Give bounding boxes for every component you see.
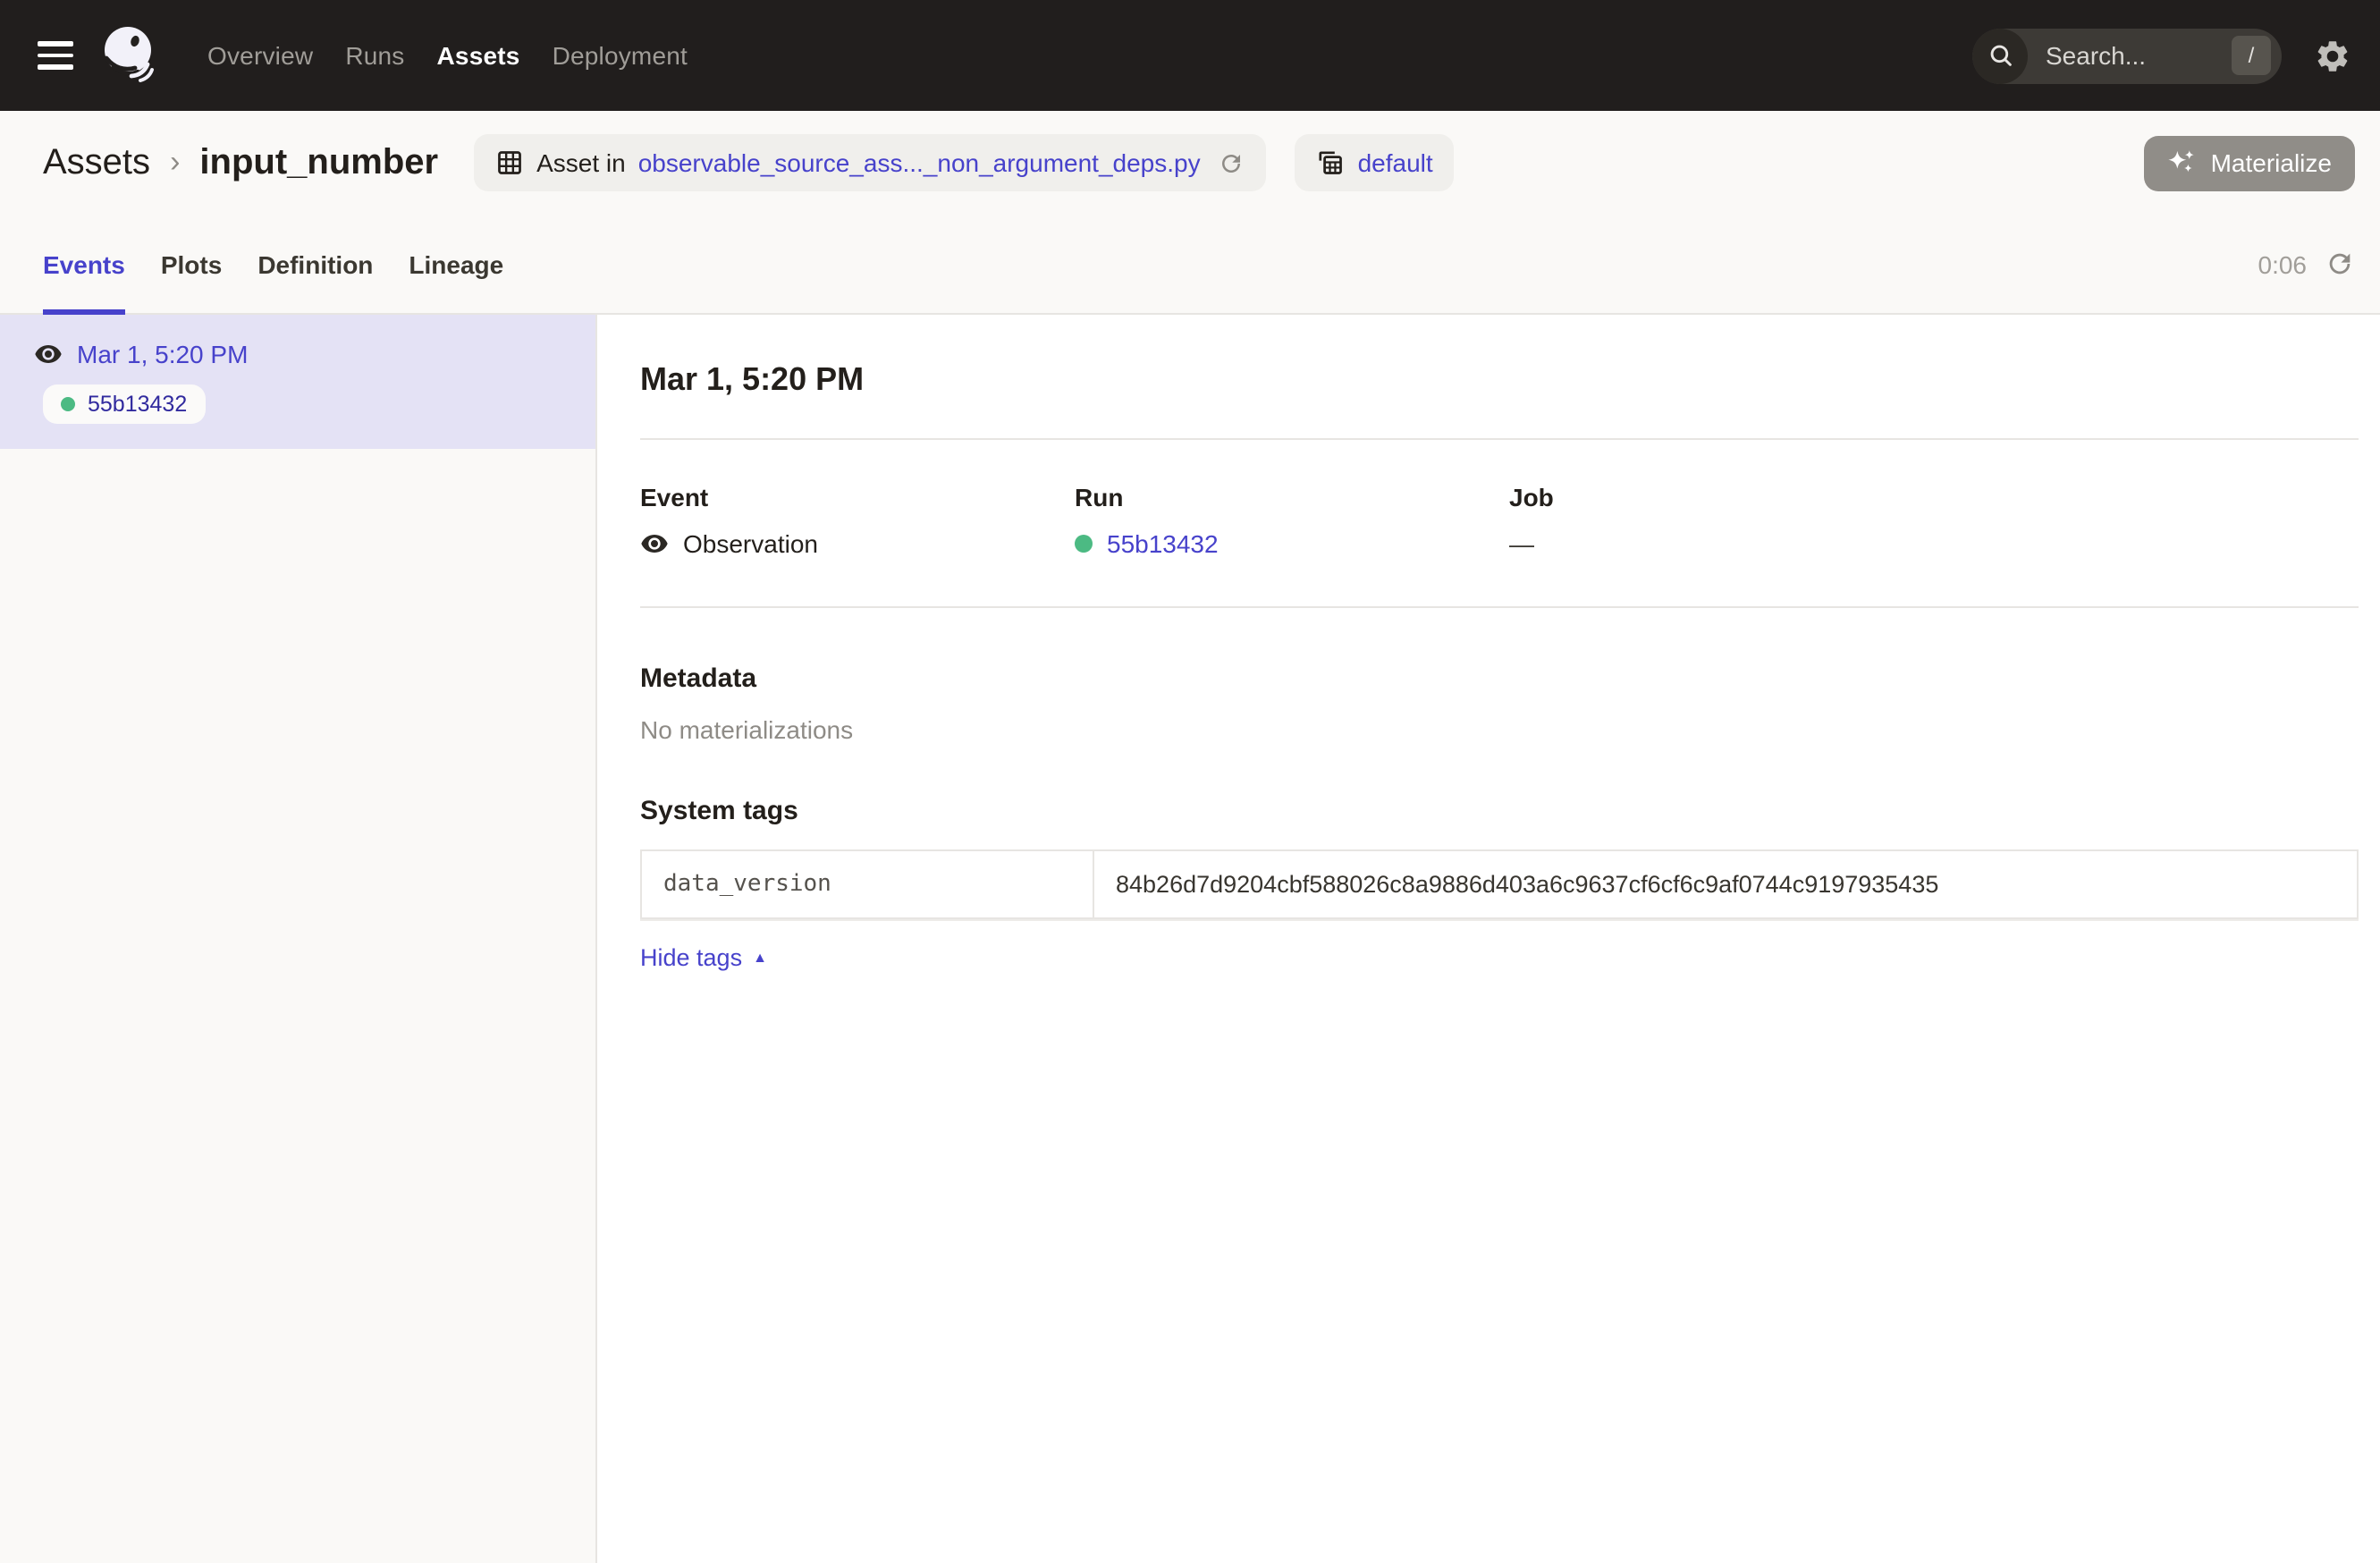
content-area: Mar 1, 5:20 PM 55b13432 Mar 1, 5:20 PM E… — [0, 315, 2380, 1563]
tab-events[interactable]: Events — [43, 215, 125, 313]
asset-location-prefix: Asset in — [536, 148, 626, 177]
event-list-sidebar: Mar 1, 5:20 PM 55b13432 — [0, 315, 597, 1563]
hamburger-menu-icon[interactable] — [38, 41, 73, 70]
event-detail-title: Mar 1, 5:20 PM — [640, 361, 2359, 399]
materialize-button-label: Materialize — [2211, 148, 2332, 177]
divider — [640, 606, 2359, 608]
nav-item-overview[interactable]: Overview — [207, 41, 313, 70]
search-input[interactable] — [2042, 39, 2214, 72]
run-id-link[interactable]: 55b13432 — [1107, 529, 1219, 558]
event-info-columns: Event Observation Run 55b1343 — [640, 483, 2359, 558]
run-status-dot — [61, 397, 75, 411]
tab-lineage[interactable]: Lineage — [409, 215, 503, 313]
materialize-button[interactable]: Materialize — [2145, 135, 2355, 190]
event-list-item-selected[interactable]: Mar 1, 5:20 PM 55b13432 — [0, 315, 595, 449]
breadcrumb: Assets › input_number — [43, 142, 438, 183]
job-empty-value: — — [1509, 529, 1534, 558]
asset-location-tag: Asset in observable_source_ass..._non_ar… — [474, 134, 1267, 191]
tag-key-cell: data_version — [641, 850, 1093, 918]
refresh-countdown: 0:06 — [2258, 249, 2308, 278]
system-tags-table: data_version 84b26d7d9204cbf588026c8a988… — [640, 849, 2359, 919]
event-detail-panel: Mar 1, 5:20 PM Event Observation — [597, 315, 2380, 1563]
repository-tag: default — [1295, 134, 1455, 191]
run-column-label: Run — [1075, 483, 1509, 511]
sparkles-icon — [2168, 148, 2199, 178]
run-status-dot — [1075, 535, 1093, 553]
top-navigation-bar: Overview Runs Assets Deployment / — [0, 0, 2380, 111]
job-column-label: Job — [1509, 483, 2359, 511]
observation-eye-icon — [34, 340, 63, 368]
event-column-label: Event — [640, 483, 1075, 511]
settings-gear-icon[interactable] — [2314, 37, 2351, 74]
breadcrumb-chevron-icon: › — [170, 145, 180, 181]
search-shortcut-key: / — [2232, 36, 2271, 75]
run-column: Run 55b13432 — [1075, 483, 1509, 558]
event-column: Event Observation — [640, 483, 1075, 558]
page-header: Assets › input_number Asset in observabl… — [0, 111, 2380, 215]
run-id-badge-label: 55b13432 — [88, 392, 187, 417]
metadata-heading: Metadata — [640, 663, 2359, 694]
nav-item-deployment[interactable]: Deployment — [553, 41, 688, 70]
table-row: data_version 84b26d7d9204cbf588026c8a988… — [641, 850, 2358, 918]
reload-definitions-icon[interactable] — [1219, 149, 1245, 176]
hide-tags-link[interactable]: Hide tags ▲ — [640, 944, 767, 971]
run-id-badge[interactable]: 55b13432 — [43, 384, 205, 424]
metadata-empty-text: No materializations — [640, 715, 2359, 744]
app-root: Overview Runs Assets Deployment / Assets — [0, 0, 2380, 1563]
tag-value-cell: 84b26d7d9204cbf588026c8a9886d403a6c9637c… — [1093, 850, 2358, 918]
asset-definition-file-link[interactable]: observable_source_ass..._non_argument_de… — [638, 148, 1201, 177]
repo-location-icon — [1317, 148, 1346, 177]
refresh-icon[interactable] — [2325, 249, 2355, 279]
tab-plots[interactable]: Plots — [161, 215, 222, 313]
search-icon — [1972, 28, 2028, 83]
table-grid-icon — [495, 148, 524, 177]
job-column: Job — — [1509, 483, 2359, 558]
dagster-logo-icon[interactable] — [97, 23, 161, 88]
event-type-value: Observation — [683, 529, 818, 558]
tabs-bar: Events Plots Definition Lineage 0:06 — [0, 215, 2380, 315]
auto-refresh-group: 0:06 — [2258, 215, 2356, 313]
tab-definition[interactable]: Definition — [257, 215, 373, 313]
system-tags-heading: System tags — [640, 796, 2359, 826]
breadcrumb-asset-name: input_number — [199, 142, 438, 183]
nav-item-runs[interactable]: Runs — [345, 41, 404, 70]
repo-default-link[interactable]: default — [1358, 148, 1433, 177]
nav-links: Overview Runs Assets Deployment — [207, 41, 688, 70]
divider — [640, 438, 2359, 440]
breadcrumb-assets-link[interactable]: Assets — [43, 142, 150, 183]
tabs: Events Plots Definition Lineage — [43, 215, 503, 313]
caret-up-icon: ▲ — [753, 950, 767, 965]
observation-eye-icon — [640, 529, 669, 558]
nav-item-assets[interactable]: Assets — [437, 41, 520, 70]
hide-tags-label: Hide tags — [640, 944, 742, 971]
event-timestamp-link[interactable]: Mar 1, 5:20 PM — [77, 340, 248, 368]
global-search[interactable]: / — [1972, 28, 2282, 83]
